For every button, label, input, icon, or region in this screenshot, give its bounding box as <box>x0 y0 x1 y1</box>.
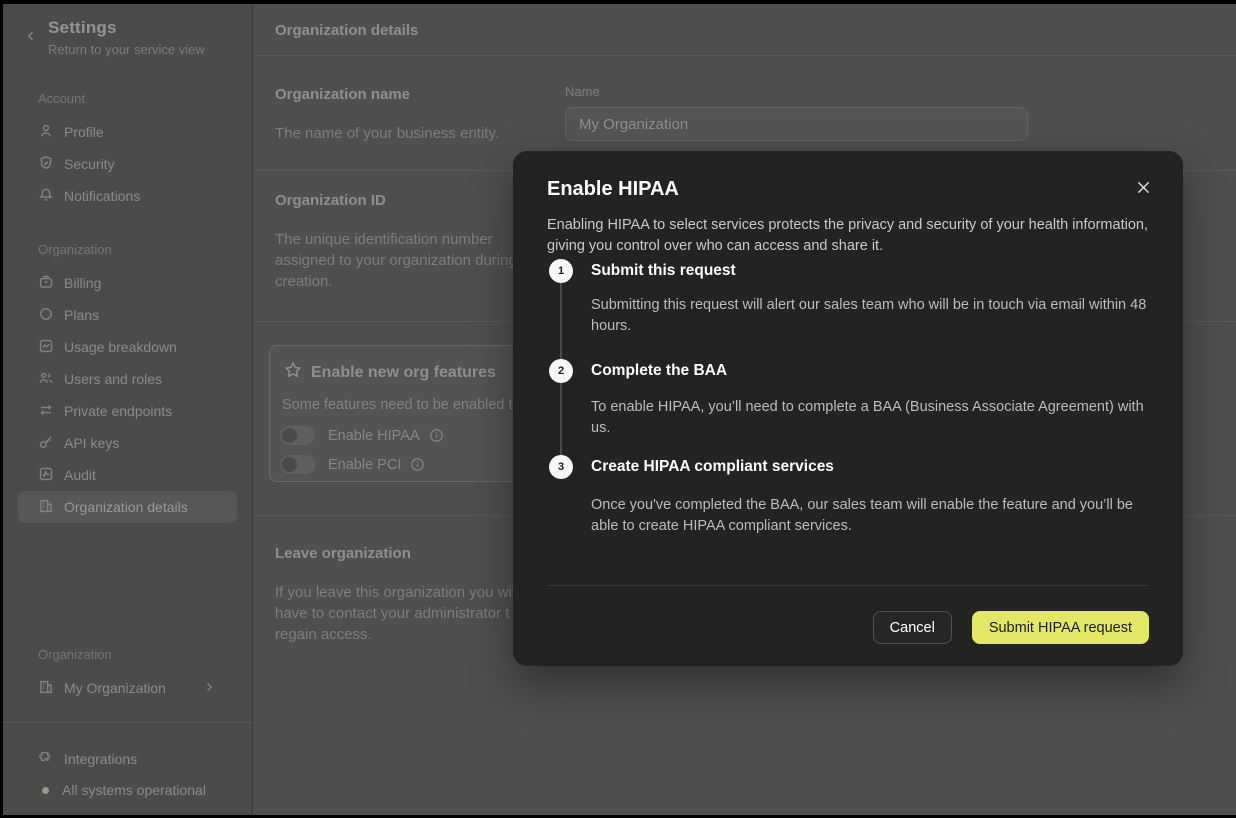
sidebar-divider <box>3 722 252 723</box>
sidebar-item-label: Usage breakdown <box>64 339 177 355</box>
sidebar-item-private-endpoints[interactable]: Private endpoints <box>18 395 237 427</box>
step-2-title: Complete the BAA <box>591 362 727 380</box>
page: Settings Return to your service view Acc… <box>0 0 1236 818</box>
sidebar-item-api-keys[interactable]: API keys <box>18 427 237 459</box>
sidebar-item-label: Profile <box>64 124 104 140</box>
feature-card-header: Enable new org features <box>284 361 496 384</box>
sidebar-item-label: Security <box>64 156 115 172</box>
puzzle-icon <box>38 750 54 769</box>
enable-hipaa-modal: Enable HIPAA Enabling HIPAA to select se… <box>513 151 1183 666</box>
building-icon <box>38 498 54 517</box>
chart-icon <box>38 338 54 357</box>
arrows-swap-icon <box>38 402 54 421</box>
shield-check-icon <box>38 155 54 174</box>
building-icon <box>38 679 54 698</box>
modal-actions: Cancel Submit HIPAA request <box>873 611 1149 644</box>
header-divider <box>253 55 1236 56</box>
sidebar-item-users-and-roles[interactable]: Users and roles <box>18 363 237 395</box>
sidebar-item-integrations[interactable]: Integrations <box>18 743 237 775</box>
step-1-body: Submitting this request will alert our s… <box>591 295 1151 337</box>
modal-title: Enable HIPAA <box>547 178 679 201</box>
section-label-organization-switcher: Organization <box>38 647 252 662</box>
chevron-right-icon <box>203 680 215 696</box>
sidebar-item-organization-details[interactable]: Organization details <box>18 491 237 523</box>
leave-org-description: If you leave this organization you wil h… <box>275 582 515 645</box>
enable-hipaa-row: Enable HIPAA <box>280 426 444 445</box>
wallet-icon <box>38 274 54 293</box>
sidebar-item-label: Plans <box>64 307 99 323</box>
system-status[interactable]: All systems operational <box>18 775 237 805</box>
users-icon <box>38 370 54 389</box>
user-icon <box>38 123 54 142</box>
sidebar-footer: Organization My Organization Integration… <box>3 647 252 815</box>
step-3-title: Create HIPAA compliant services <box>591 458 834 476</box>
sidebar-item-label: Users and roles <box>64 371 162 387</box>
step-2-body: To enable HIPAA, you’ll need to complete… <box>591 397 1151 439</box>
star-icon <box>284 361 302 384</box>
step-1-title: Submit this request <box>591 262 736 280</box>
modal-footer-divider <box>547 585 1149 586</box>
audit-icon <box>38 466 54 485</box>
sidebar-item-label: Notifications <box>64 188 140 204</box>
sidebar-item-plans[interactable]: Plans <box>18 299 237 331</box>
toggle-label: Enable PCI <box>328 457 401 473</box>
sidebar-item-security[interactable]: Security <box>18 148 237 180</box>
sidebar-item-label: Audit <box>64 467 96 483</box>
step-2-number: 2 <box>549 359 573 383</box>
sidebar-item-billing[interactable]: Billing <box>18 267 237 299</box>
org-id-description: The unique identification number assigne… <box>275 229 517 292</box>
step-1-number: 1 <box>549 259 573 283</box>
settings-sidebar: Settings Return to your service view Acc… <box>3 4 253 815</box>
enable-pci-toggle[interactable] <box>280 455 315 474</box>
page-title: Organization details <box>275 22 418 39</box>
name-field-label: Name <box>565 84 600 99</box>
org-name-description: The name of your business entity. <box>275 123 499 144</box>
sidebar-title: Settings <box>48 18 236 38</box>
toggle-label: Enable HIPAA <box>328 428 420 444</box>
leave-org-heading: Leave organization <box>275 545 411 562</box>
org-id-heading: Organization ID <box>275 192 386 209</box>
feature-card-description: Some features need to be enabled t <box>282 397 513 413</box>
status-label: All systems operational <box>62 782 206 798</box>
back-button[interactable] <box>21 28 41 48</box>
org-name-heading: Organization name <box>275 86 410 103</box>
step-3-body: Once you've completed the BAA, our sales… <box>591 495 1151 537</box>
feature-card-title: Enable new org features <box>311 364 496 382</box>
info-icon[interactable] <box>429 428 444 443</box>
enable-pci-row: Enable PCI <box>280 455 425 474</box>
chevron-left-icon <box>25 29 37 47</box>
sidebar-item-label: API keys <box>64 435 119 451</box>
sidebar-subtitle: Return to your service view <box>48 42 236 57</box>
sidebar-item-label: Billing <box>64 275 101 291</box>
modal-description: Enabling HIPAA to select services protec… <box>547 215 1151 257</box>
step-3-number: 3 <box>549 455 573 479</box>
organization-name-input[interactable] <box>565 107 1028 141</box>
sidebar-item-audit[interactable]: Audit <box>18 459 237 491</box>
sidebar-item-usage-breakdown[interactable]: Usage breakdown <box>18 331 237 363</box>
section-label-account: Account <box>38 91 252 106</box>
info-icon[interactable] <box>410 457 425 472</box>
sidebar-item-profile[interactable]: Profile <box>18 116 237 148</box>
toggle-knob <box>282 457 297 472</box>
modal-close-button[interactable] <box>1131 178 1155 202</box>
submit-hipaa-request-button[interactable]: Submit HIPAA request <box>972 611 1149 644</box>
sidebar-item-notifications[interactable]: Notifications <box>18 180 237 212</box>
org-switcher-my-organization[interactable]: My Organization <box>18 672 237 704</box>
sidebar-header: Settings Return to your service view <box>3 4 252 57</box>
sidebar-item-label: Private endpoints <box>64 403 172 419</box>
enable-hipaa-toggle[interactable] <box>280 426 315 445</box>
sidebar-item-label: Organization details <box>64 499 188 515</box>
close-icon <box>1137 181 1150 199</box>
toggle-knob <box>282 428 297 443</box>
key-icon <box>38 434 54 453</box>
sidebar-item-label: Integrations <box>64 751 137 767</box>
bell-icon <box>38 187 54 206</box>
section-label-organization: Organization <box>38 242 252 257</box>
status-dot-icon <box>42 787 49 794</box>
org-switcher-label: My Organization <box>64 680 166 696</box>
cancel-button[interactable]: Cancel <box>873 611 952 644</box>
circle-icon <box>38 306 54 325</box>
